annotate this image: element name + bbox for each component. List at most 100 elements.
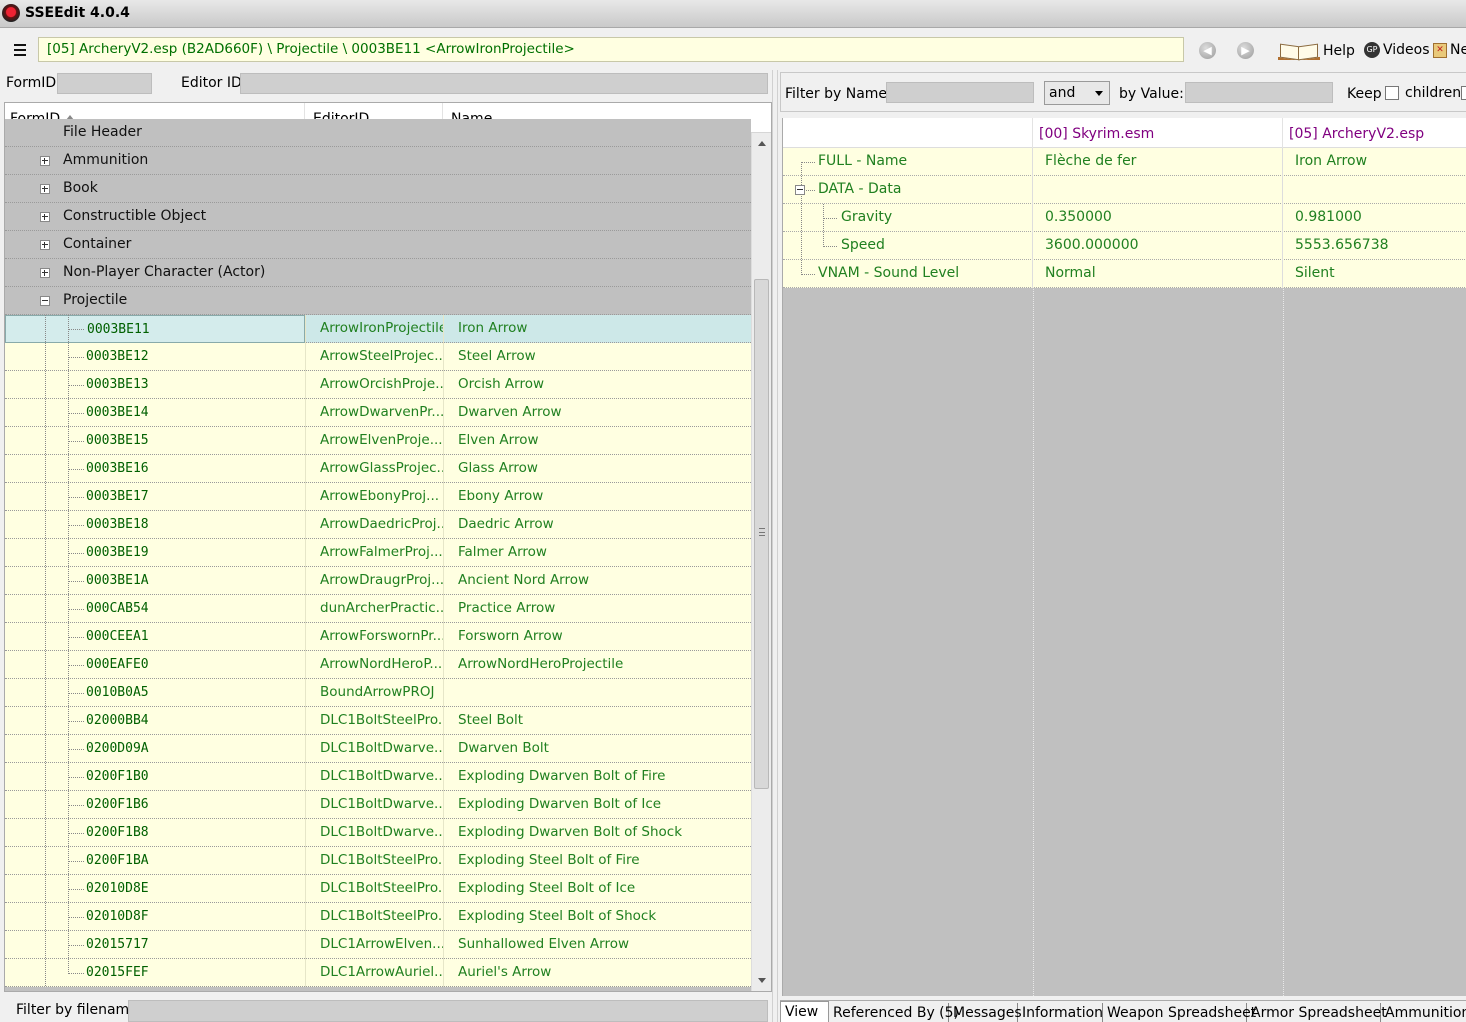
tab-armor-spreadsheet[interactable]: Armor Spreadsheet <box>1247 1003 1387 1022</box>
extra-checkbox[interactable] <box>1461 86 1466 100</box>
collapse-icon[interactable] <box>40 296 50 306</box>
tree-record-row[interactable]: 02000BB4 DLC1BoltSteelPro... Steel Bolt <box>5 707 751 735</box>
record-field-row[interactable]: Gravity 0.350000 0.981000 <box>783 204 1466 232</box>
filter-value-input[interactable] <box>1185 82 1333 103</box>
tree-vertical-scrollbar[interactable] <box>751 133 771 991</box>
tree-record-row[interactable]: 02015717 DLC1ArrowElven... Sunhallowed Elv… <box>5 931 751 959</box>
tree-category-row[interactable]: Constructible Object <box>5 203 751 231</box>
tree-record-row[interactable]: 000EAFE0 ArrowNordHeroP... ArrowNordHeroPr… <box>5 651 751 679</box>
record-editorid: ArrowDraugrProj... <box>305 567 443 595</box>
tab-ammunition-s[interactable]: Ammunition S <box>1381 1003 1466 1022</box>
record-formid: 02015FEF <box>86 965 149 980</box>
help-button[interactable]: Help <box>1278 42 1355 60</box>
tree-record-row[interactable]: 0200F1B0 DLC1BoltDwarve... Exploding Dwarv… <box>5 763 751 791</box>
expand-icon[interactable] <box>40 212 50 222</box>
tree-record-row[interactable]: 02010D8E DLC1BoltSteelPro... Exploding Ste… <box>5 875 751 903</box>
scroll-up-icon[interactable] <box>758 141 766 146</box>
tree-record-row[interactable]: 0003BE19 ArrowFalmerProj... Falmer Arrow <box>5 539 751 567</box>
menu-icon[interactable] <box>14 44 26 56</box>
tree-category-row[interactable]: Non-Player Character (Actor) <box>5 259 751 287</box>
tree-category-row[interactable]: Container <box>5 231 751 259</box>
tree-record-row[interactable]: 0200F1B8 DLC1BoltDwarve... Exploding Dwarv… <box>5 819 751 847</box>
field-value-archery[interactable]: Iron Arrow <box>1283 148 1466 176</box>
scrollbar-thumb[interactable] <box>754 279 769 789</box>
field-value-archery[interactable]: 0.981000 <box>1283 204 1466 232</box>
expand-icon[interactable] <box>40 268 50 278</box>
forward-arrow-icon[interactable]: ▶ <box>1237 42 1254 59</box>
column-header-archery[interactable]: [05] ArcheryV2.esp <box>1283 118 1466 148</box>
tree-category-row[interactable]: Book <box>5 175 751 203</box>
tree-record-row[interactable]: 0200F1B6 DLC1BoltDwarve... Exploding Dwarv… <box>5 791 751 819</box>
tree-record-row[interactable]: 000CAB54 dunArcherPractic... Practice Arro… <box>5 595 751 623</box>
expand-icon[interactable] <box>40 240 50 250</box>
tab-weapon-spreadsheet[interactable]: Weapon Spreadsheet <box>1103 1003 1256 1022</box>
tab-information[interactable]: Information <box>1018 1003 1103 1022</box>
tree-record-row[interactable]: 0200F1BA DLC1BoltSteelPro... Exploding Ste… <box>5 847 751 875</box>
column-header-skyrim[interactable]: [00] Skyrim.esm <box>1033 118 1283 148</box>
field-value-skyrim[interactable]: 0.350000 <box>1033 204 1283 232</box>
field-value-skyrim[interactable]: Flèche de fer <box>1033 148 1283 176</box>
tree-record-row[interactable]: 0003BE18 ArrowDaedricProj... Daedric Arrow <box>5 511 751 539</box>
tree-row-file-header[interactable]: File Header <box>5 119 751 147</box>
record-field-row[interactable]: DATA - Data <box>783 176 1466 204</box>
tree-record-row[interactable]: 02015FEF DLC1ArrowAuriel... Auriel's Arrow <box>5 959 751 987</box>
tree-record-row[interactable]: 02010D8F DLC1BoltSteelPro... Exploding Ste… <box>5 903 751 931</box>
tree-record-row[interactable]: 0003BE15 ArrowElvenProje... Elven Arrow <box>5 427 751 455</box>
videos-button[interactable]: GP Videos <box>1364 42 1430 58</box>
tab-messages[interactable]: Messages <box>949 1003 1022 1022</box>
record-field-row[interactable]: VNAM - Sound Level Normal Silent <box>783 260 1466 288</box>
filename-filter-input[interactable] <box>128 1000 768 1022</box>
record-name: Steel Arrow <box>443 343 751 371</box>
scroll-down-icon[interactable] <box>758 978 766 983</box>
expand-icon[interactable] <box>40 156 50 166</box>
tree-record-row[interactable]: 0003BE11 ArrowIronProjectile Iron Arrow <box>5 315 751 343</box>
back-arrow-icon[interactable]: ◀ <box>1199 42 1216 59</box>
navigation-tree[interactable]: FormID EditorID Name File Header Ammunit… <box>4 102 772 992</box>
record-editorid: dunArcherPractic... <box>305 595 443 623</box>
tree-record-row[interactable]: 0010B0A5 BoundArrowPROJ <box>5 679 751 707</box>
tree-record-row[interactable]: 0003BE1A ArrowDraugrProj... Ancient Nord A… <box>5 567 751 595</box>
tree-category-row[interactable]: Projectile <box>5 287 751 315</box>
record-formid: 000CEEA1 <box>86 629 149 644</box>
tree-record-row[interactable]: 0003BE14 ArrowDwarvenPr... Dwarven Arrow <box>5 399 751 427</box>
tree-record-row[interactable]: 0200D09A DLC1BoltDwarve... Dwarven Bolt <box>5 735 751 763</box>
field-value-skyrim[interactable]: Normal <box>1033 260 1283 288</box>
field-value-archery[interactable]: Silent <box>1283 260 1466 288</box>
record-formid: 0200F1B6 <box>86 797 149 812</box>
record-name: Ebony Arrow <box>443 483 751 511</box>
tree-category-row[interactable]: Ammunition <box>5 147 751 175</box>
record-path-field[interactable]: [05] ArcheryV2.esp (B2AD660F) \ Projecti… <box>38 37 1184 62</box>
record-field-row[interactable]: Speed 3600.000000 5553.656738 <box>783 232 1466 260</box>
record-editorid: DLC1BoltDwarve... <box>305 791 443 819</box>
news-button[interactable]: ✕ Ne <box>1433 42 1466 58</box>
field-label: VNAM - Sound Level <box>783 260 1033 288</box>
tree-record-row[interactable]: 0003BE16 ArrowGlassProjec... Glass Arrow <box>5 455 751 483</box>
tab-view[interactable]: View <box>780 1001 829 1022</box>
record-name: Exploding Steel Bolt of Fire <box>443 847 751 875</box>
record-formid: 000CAB54 <box>86 601 149 616</box>
record-formid: 0003BE12 <box>86 349 149 364</box>
record-view[interactable]: [00] Skyrim.esm [05] ArcheryV2.esp FULL … <box>782 118 1466 996</box>
record-field-row[interactable]: FULL - Name Flèche de fer Iron Arrow <box>783 148 1466 176</box>
panel-splitter[interactable] <box>772 70 778 1022</box>
filter-name-input[interactable] <box>886 82 1034 103</box>
and-or-select[interactable]: and <box>1044 81 1110 105</box>
tree-record-row[interactable]: 0003BE13 ArrowOrcishProje... Orcish Arrow <box>5 371 751 399</box>
keep-children-checkbox[interactable] <box>1385 86 1399 100</box>
field-value-archery[interactable] <box>1283 176 1466 204</box>
tree-record-row[interactable]: 0003BE17 ArrowEbonyProj... Ebony Arrow <box>5 483 751 511</box>
tab-referenced-by-5[interactable]: Referenced By (5) <box>829 1003 959 1022</box>
tree-record-row[interactable]: 000CEEA1 ArrowForswornPr... Forsworn Arrow <box>5 623 751 651</box>
editorid-filter-input[interactable] <box>240 73 768 94</box>
record-view-header: [00] Skyrim.esm [05] ArcheryV2.esp <box>783 118 1466 148</box>
children-label: children <box>1405 85 1462 101</box>
field-value-skyrim[interactable] <box>1033 176 1283 204</box>
field-value-archery[interactable]: 5553.656738 <box>1283 232 1466 260</box>
record-name: Glass Arrow <box>443 455 751 483</box>
field-value-skyrim[interactable]: 3600.000000 <box>1033 232 1283 260</box>
tree-category-label: Book <box>63 180 98 196</box>
bottom-tabs: View Referenced By (5) Messages Information… <box>780 1000 1466 1022</box>
tree-record-row[interactable]: 0003BE12 ArrowSteelProjec... Steel Arrow <box>5 343 751 371</box>
formid-filter-input[interactable] <box>57 73 152 94</box>
expand-icon[interactable] <box>40 184 50 194</box>
